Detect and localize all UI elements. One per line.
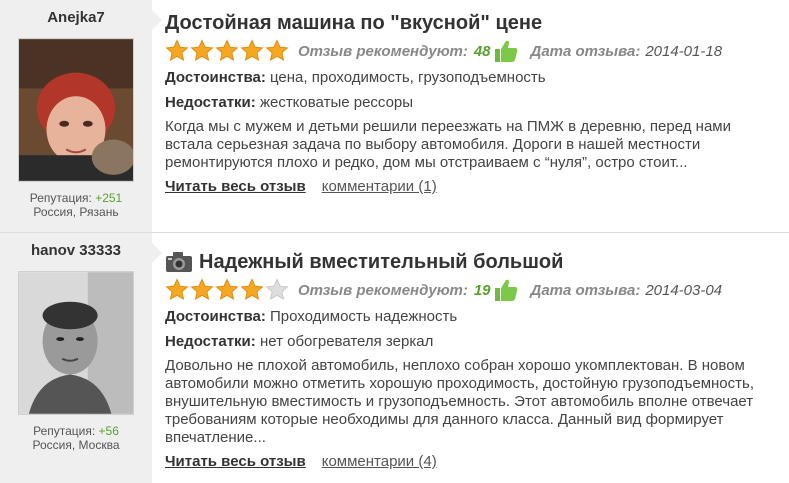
- reputation-value: +251: [95, 191, 123, 205]
- rating-stars: [165, 39, 290, 63]
- review-meta: Отзыв рекомендуют: 48 Дата отзыва: 2014-…: [165, 38, 789, 64]
- review-title[interactable]: Достойная машина по "вкусной" цене: [165, 10, 789, 36]
- review-title-text[interactable]: Надежный вместительный большой: [199, 249, 563, 275]
- star-icon: [190, 39, 214, 61]
- star-icon: [190, 278, 214, 300]
- star-icon: [165, 39, 189, 61]
- author-name[interactable]: hanov 33333: [0, 239, 152, 263]
- author-name[interactable]: Anejka7: [0, 6, 152, 30]
- review-content: Достойная машина по "вкусной" цене Отзыв…: [152, 0, 789, 232]
- reputation-label: Репутация:: [29, 191, 92, 205]
- pros-text: Проходимость надежность: [270, 308, 458, 325]
- review-cons: Недостатки: жестковатые рессоры: [165, 92, 789, 114]
- author-location: Россия, Москва: [32, 438, 120, 452]
- review-item: hanov 33333 Репутация: +56 Россия, Москв…: [0, 233, 789, 483]
- author-panel: hanov 33333 Репутация: +56 Россия, Москв…: [0, 233, 162, 483]
- pros-label: Достоинства:: [165, 308, 266, 325]
- date-label: Дата отзыва:: [530, 42, 641, 60]
- cons-label: Недостатки:: [165, 333, 256, 350]
- cons-text: жестковатые рессоры: [259, 94, 414, 111]
- author-location: Россия, Рязань: [33, 205, 119, 219]
- review-cons: Недостатки: нет обогревателя зеркал: [165, 331, 789, 353]
- author-avatar[interactable]: [18, 271, 134, 415]
- read-full-review-link[interactable]: Читать весь отзыв: [165, 178, 306, 195]
- review-excerpt: Когда мы с мужем и детьми решили переезж…: [165, 118, 731, 171]
- review-item: Anejka7 Репутация: +251 Россия, Рязань Д…: [0, 0, 789, 233]
- thumbs-up-icon[interactable]: [493, 278, 519, 302]
- thumbs-up-icon[interactable]: [493, 39, 519, 63]
- cons-text: нет обогревателя зеркал: [259, 333, 434, 350]
- pros-text: цена, проходимость, грузоподъемность: [270, 69, 546, 86]
- author-panel: Anejka7 Репутация: +251 Россия, Рязань: [0, 0, 162, 232]
- star-icon: [265, 278, 289, 300]
- rating-stars: [165, 278, 290, 302]
- review-date: 2014-01-18: [645, 42, 723, 60]
- review-pros: Достоинства: Проходимость надежность: [165, 306, 789, 328]
- reputation-label: Репутация:: [33, 424, 96, 438]
- pros-label: Достоинства:: [165, 69, 266, 86]
- star-icon: [215, 278, 239, 300]
- camera-icon: [166, 252, 192, 272]
- review-content: Надежный вместительный большой Отзыв рек…: [152, 233, 789, 483]
- review-title-text[interactable]: Достойная машина по "вкусной" цене: [165, 10, 542, 36]
- review-pros: Достоинства: цена, проходимость, грузопо…: [165, 67, 789, 89]
- reputation: Репутация: +56: [0, 424, 152, 438]
- recommend-count: 19: [473, 281, 491, 299]
- recommend-label: Отзыв рекомендуют:: [298, 42, 468, 60]
- reputation: Репутация: +251: [0, 191, 152, 205]
- star-icon: [240, 278, 264, 300]
- author-avatar[interactable]: [18, 38, 134, 182]
- star-icon: [265, 39, 289, 61]
- reputation-value: +56: [98, 424, 119, 438]
- review-excerpt: Довольно не плохой автомобиль, неплохо с…: [165, 357, 754, 446]
- date-label: Дата отзыва:: [530, 281, 641, 299]
- review-links: Читать весь отзыв комментарии (4): [165, 453, 789, 470]
- comments-link[interactable]: комментарии (1): [322, 178, 437, 195]
- review-title[interactable]: Надежный вместительный большой: [165, 249, 789, 275]
- comments-link[interactable]: комментарии (4): [322, 453, 437, 470]
- star-icon: [165, 278, 189, 300]
- recommend-label: Отзыв рекомендуют:: [298, 281, 468, 299]
- review-date: 2014-03-04: [645, 281, 723, 299]
- review-meta: Отзыв рекомендуют: 19 Дата отзыва: 2014-…: [165, 277, 789, 303]
- star-icon: [215, 39, 239, 61]
- review-links: Читать весь отзыв комментарии (1): [165, 178, 789, 195]
- star-icon: [240, 39, 264, 61]
- read-full-review-link[interactable]: Читать весь отзыв: [165, 453, 306, 470]
- recommend-count: 48: [473, 42, 491, 60]
- cons-label: Недостатки:: [165, 94, 256, 111]
